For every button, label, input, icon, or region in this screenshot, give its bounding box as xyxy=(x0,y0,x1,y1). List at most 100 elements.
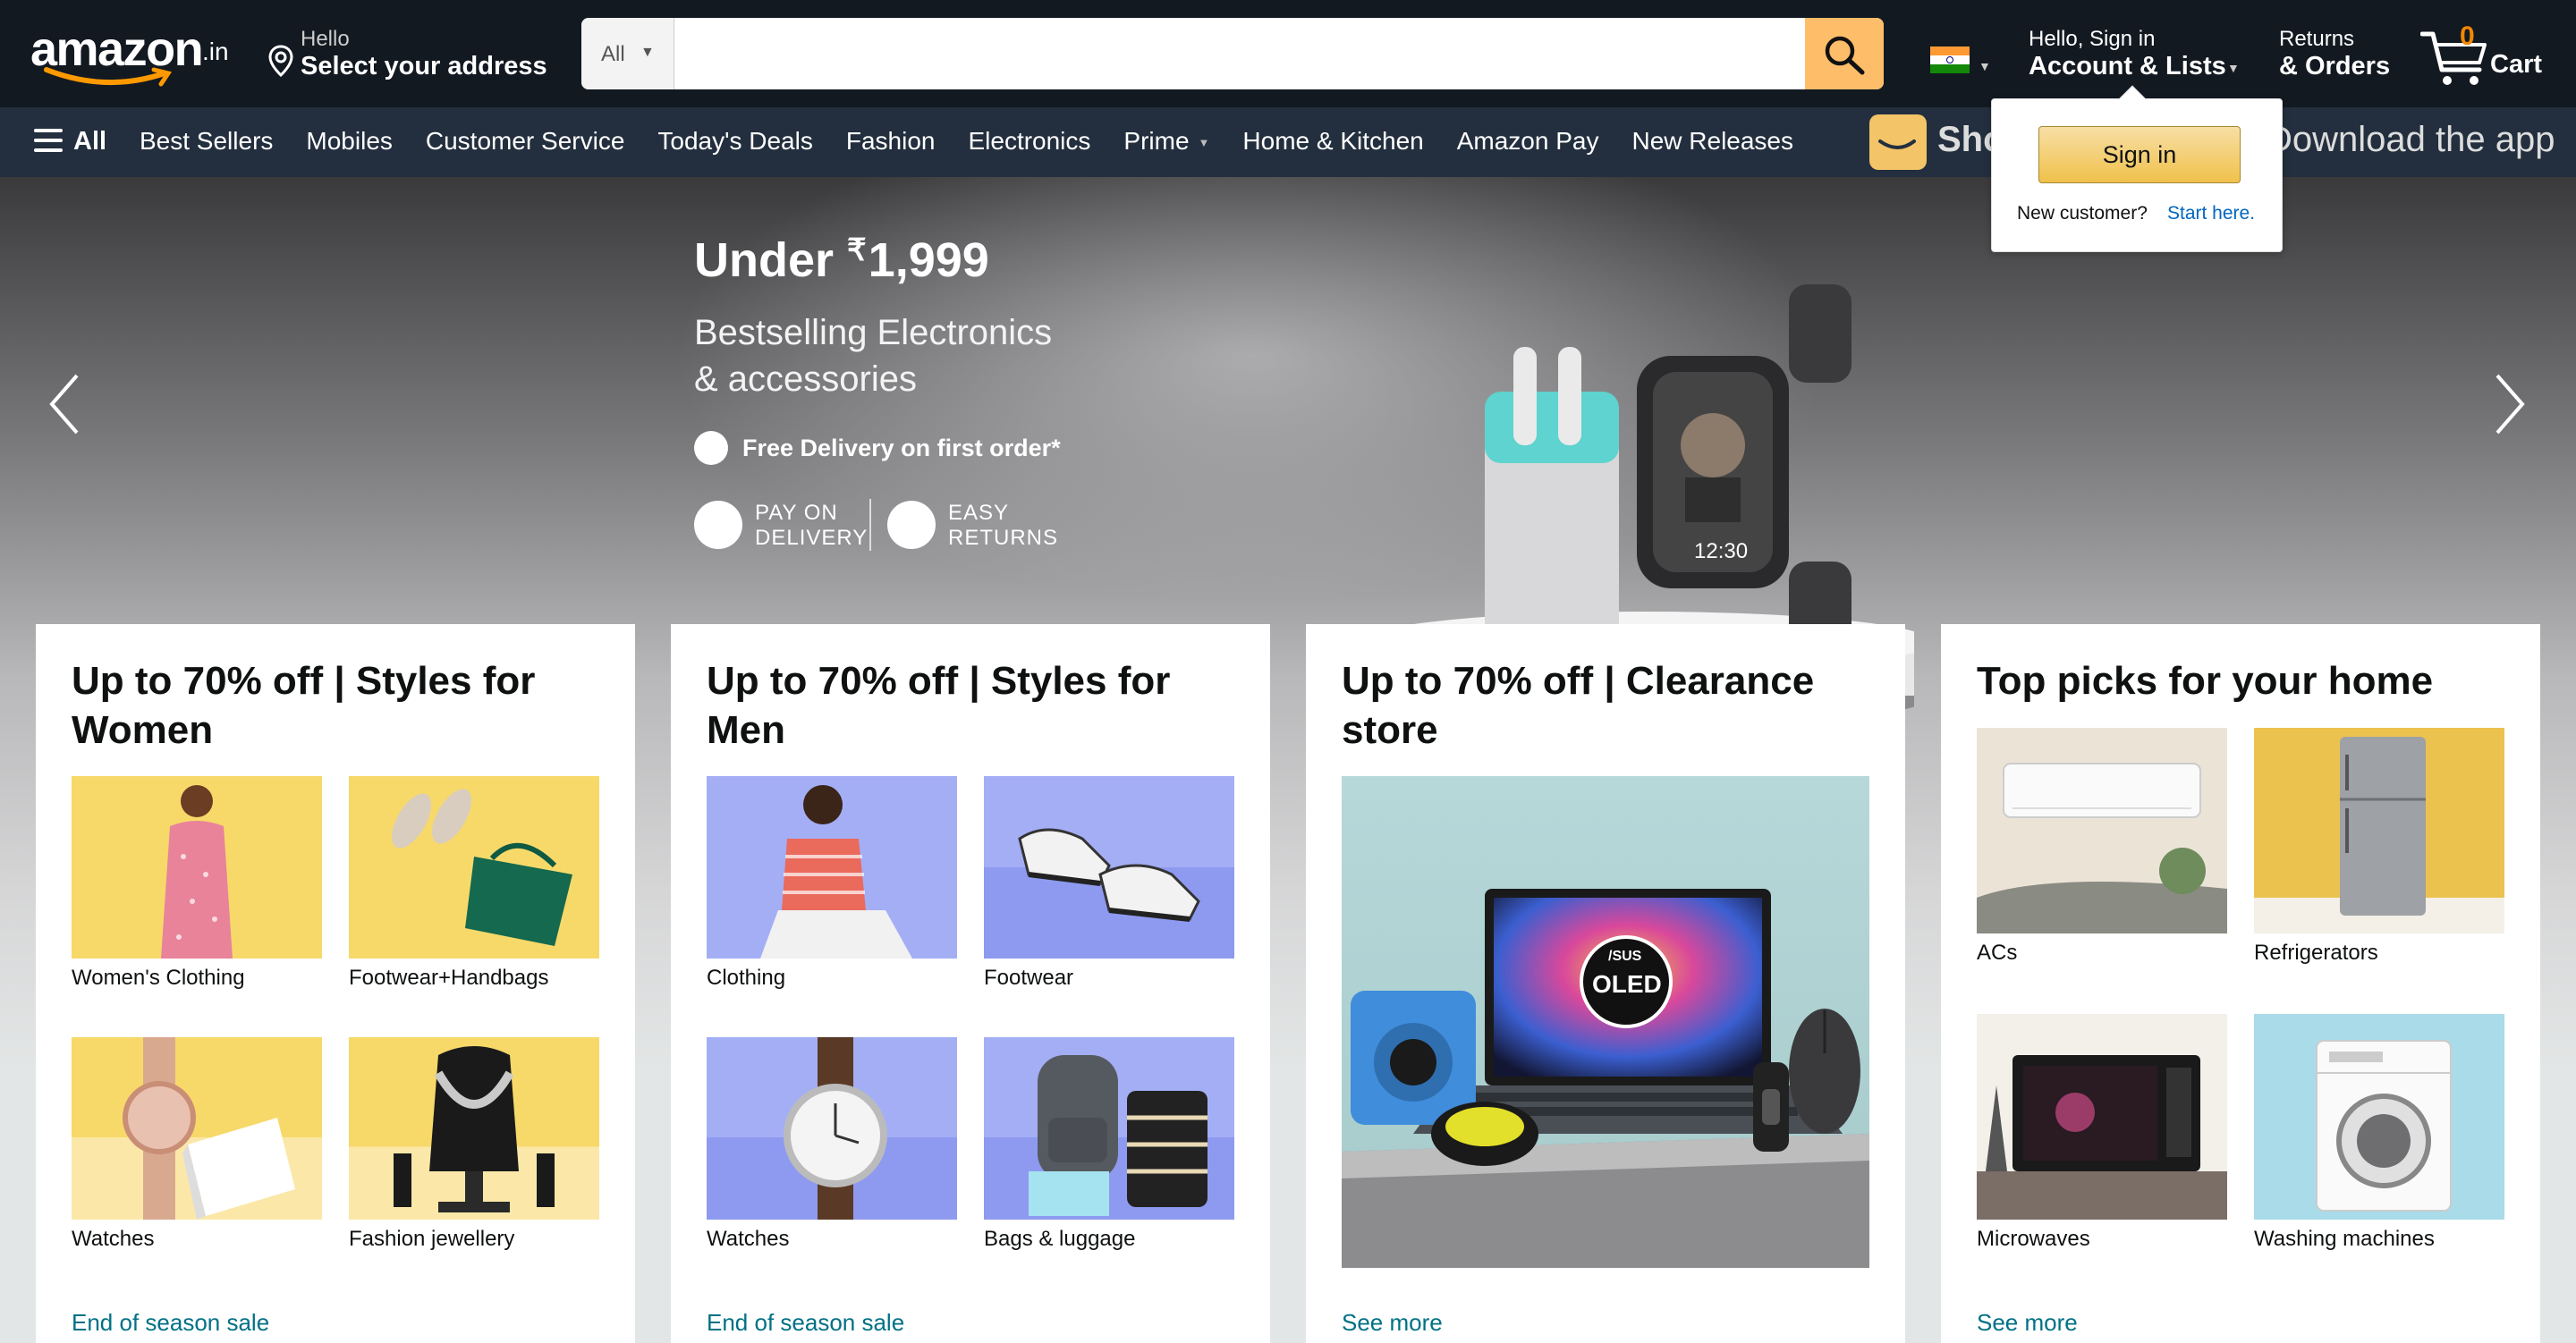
subnav-link-customer-service[interactable]: Customer Service xyxy=(426,127,625,156)
oled-badge-text: OLED xyxy=(1592,970,1662,998)
tile-fashion-jewellery[interactable]: Fashion jewellery xyxy=(349,1037,599,1252)
tile-washing-machines[interactable]: Washing machines xyxy=(2254,1014,2504,1252)
card-link[interactable]: See more xyxy=(1977,1309,2078,1337)
tile-microwaves[interactable]: Microwaves xyxy=(1977,1014,2227,1252)
subnav-link-new-releases[interactable]: New Releases xyxy=(1631,127,1793,156)
tile-watches[interactable]: Watches xyxy=(707,1037,957,1252)
location-pin-icon xyxy=(268,45,293,77)
mens-watches-image xyxy=(707,1037,957,1220)
hero-subtitle-line2: & accessories xyxy=(694,359,917,399)
account-hello: Hello, Sign in xyxy=(2029,27,2156,51)
new-customer-text: New customer? xyxy=(2017,203,2148,224)
card-title: Up to 70% off | Styles for Men xyxy=(707,659,1171,752)
card-link[interactable]: End of season sale xyxy=(72,1309,269,1337)
hamburger-icon xyxy=(34,129,63,158)
tile-footwear-handbags[interactable]: Footwear+Handbags xyxy=(349,776,599,991)
tile-label: Footwear+Handbags xyxy=(349,966,549,990)
tile-refrigerators[interactable]: Refrigerators xyxy=(2254,728,2504,966)
returns-label: Returns xyxy=(2279,27,2355,51)
top-navbar: amazon .in Hello Select your address All… xyxy=(0,0,2576,107)
subnav-link-best-sellers[interactable]: Best Sellers xyxy=(140,127,273,156)
card-styles-for-women: Up to 70% off | Styles for Women Women's… xyxy=(36,624,635,1343)
hero-subtitle-line1: Bestselling Electronics xyxy=(694,313,1053,352)
deliver-to-address[interactable]: Hello Select your address xyxy=(265,23,560,86)
card-link[interactable]: End of season sale xyxy=(707,1309,904,1337)
cash-icon xyxy=(694,501,742,549)
subnav-link-fashion[interactable]: Fashion xyxy=(846,127,936,156)
logo-tld: .in xyxy=(202,38,229,65)
cart-button[interactable]: 0 Cart xyxy=(2419,18,2562,89)
subnav-link-mobiles[interactable]: Mobiles xyxy=(306,127,392,156)
amazon-logo[interactable]: amazon .in xyxy=(27,16,242,91)
card-title: Up to 70% off | Clearance store xyxy=(1342,659,1815,752)
headline-price: 1,999 xyxy=(868,233,989,287)
pod-line1: PAY ON xyxy=(755,501,838,525)
card-top-picks-home: Top picks for your home ACs Refrigerator… xyxy=(1941,624,2540,1343)
card-title: Top picks for your home xyxy=(1977,659,2434,703)
subnav-links: Best Sellers Mobiles Customer Service To… xyxy=(140,127,1826,156)
tile-label: Footwear xyxy=(984,966,1074,990)
card-link[interactable]: See more xyxy=(1342,1309,1443,1337)
chevron-down-icon: ▼ xyxy=(640,45,655,60)
pod-line2: DELIVERY xyxy=(755,526,869,550)
amazon-app-icon xyxy=(1869,114,1927,170)
start-here-link[interactable]: Start here. xyxy=(2167,203,2255,224)
search-icon xyxy=(1825,36,1865,75)
search-button[interactable] xyxy=(1805,18,1884,89)
tile-label: Watches xyxy=(72,1227,155,1251)
tile-clothing[interactable]: Clothing xyxy=(707,776,957,991)
tile-watches[interactable]: Watches xyxy=(72,1037,322,1252)
orders-label: & Orders xyxy=(2279,52,2391,80)
delivery-truck-icon xyxy=(694,431,728,465)
cart-count: 0 xyxy=(2460,21,2475,51)
search-input[interactable] xyxy=(674,18,1812,89)
returns-and-orders[interactable]: Returns & Orders xyxy=(2279,25,2404,88)
card-styles-for-men: Up to 70% off | Styles for Men Clothing … xyxy=(671,624,1270,1343)
language-selector[interactable]: ▼ xyxy=(1928,45,2000,77)
footwear-handbags-image xyxy=(349,776,599,959)
chevron-left-icon[interactable] xyxy=(41,368,95,440)
clearance-store-image[interactable]: /SUS OLED xyxy=(1342,776,1869,1268)
laptop-brand-text: /SUS xyxy=(1608,949,1642,964)
mens-clothing-image xyxy=(707,776,957,959)
prime-label: Prime xyxy=(1123,127,1190,155)
logo-smile-icon xyxy=(44,67,173,87)
account-lists-label: Account & Lists xyxy=(2029,52,2226,80)
subnav-link-electronics[interactable]: Electronics xyxy=(968,127,1090,156)
search-category-dropdown[interactable]: All ▼ xyxy=(581,18,674,89)
subnav-link-prime[interactable]: Prime ▼ xyxy=(1123,127,1209,156)
tile-label: Washing machines xyxy=(2254,1227,2435,1251)
microwaves-image xyxy=(1977,1014,2227,1220)
returns-line1: EASY xyxy=(948,501,1010,525)
returns-line2: RETURNS xyxy=(948,526,1059,550)
signin-button[interactable]: Sign in xyxy=(2038,126,2241,183)
india-flag-icon xyxy=(1930,46,1970,73)
tile-bags-luggage[interactable]: Bags & luggage xyxy=(984,1037,1234,1252)
badge-divider xyxy=(869,499,871,551)
cart-icon xyxy=(2420,31,2487,85)
mens-footwear-image xyxy=(984,776,1234,959)
account-and-lists[interactable]: Hello, Sign in Account & Lists ▼ xyxy=(2029,25,2252,88)
cart-label: Cart xyxy=(2490,50,2543,79)
tile-label: Fashion jewellery xyxy=(349,1227,515,1251)
chevron-down-icon: ▼ xyxy=(2227,61,2240,75)
subnav-link-amazon-pay[interactable]: Amazon Pay xyxy=(1457,127,1599,156)
fashion-jewellery-image xyxy=(349,1037,599,1220)
washing-machines-image xyxy=(2254,1014,2504,1220)
search-category-label: All xyxy=(601,42,625,66)
chevron-right-icon[interactable] xyxy=(2479,368,2533,440)
womens-clothing-image xyxy=(72,776,322,959)
currency-symbol: ₹ xyxy=(847,233,867,267)
tile-label: Clothing xyxy=(707,966,786,990)
box-icon xyxy=(887,501,936,549)
tile-acs[interactable]: ACs xyxy=(1977,728,2227,966)
tile-label: Refrigerators xyxy=(2254,941,2378,965)
subnav-link-todays-deals[interactable]: Today's Deals xyxy=(657,127,812,156)
address-select: Select your address xyxy=(301,52,547,80)
tile-footwear[interactable]: Footwear xyxy=(984,776,1234,991)
tile-label: Women's Clothing xyxy=(72,966,245,990)
subnav-link-home-kitchen[interactable]: Home & Kitchen xyxy=(1242,127,1423,156)
headline-prefix: Under xyxy=(694,233,848,287)
tile-womens-clothing[interactable]: Women's Clothing xyxy=(72,776,322,991)
tile-label: ACs xyxy=(1977,941,2018,965)
